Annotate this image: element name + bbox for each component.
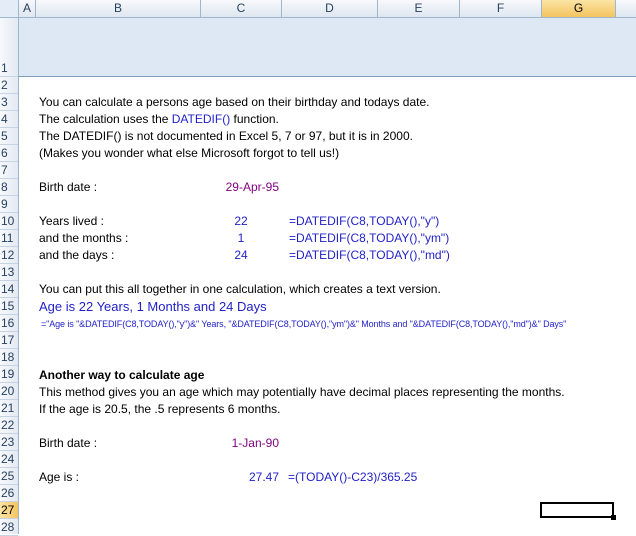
row-header-13[interactable]: 13 xyxy=(0,264,18,281)
row-header-16[interactable]: 16 xyxy=(0,315,18,332)
column-header-e[interactable]: E xyxy=(378,0,460,17)
cell-c8-birth-value[interactable]: 29-Apr-95 xyxy=(201,179,279,196)
cell-c12-days-value[interactable]: 24 xyxy=(201,247,281,264)
column-header-g[interactable]: G xyxy=(542,0,616,17)
cell-b4[interactable]: The calculation uses the DATEDIF() funct… xyxy=(39,111,279,128)
cell-b8-birth-label[interactable]: Birth date : xyxy=(39,179,97,196)
column-header-a[interactable]: A xyxy=(19,0,36,17)
row-header-10[interactable]: 10 xyxy=(0,213,18,230)
cell-c25-age-value[interactable]: 27.47 xyxy=(201,469,279,486)
row-header-15[interactable]: 15 xyxy=(0,298,18,315)
cell-b25-age-label[interactable]: Age is : xyxy=(39,469,79,486)
active-cell-selection[interactable] xyxy=(540,502,614,518)
column-header-f[interactable]: F xyxy=(460,0,542,17)
cell-b4-pre: The calculation uses the xyxy=(39,112,172,126)
row-header-28[interactable]: 28 xyxy=(0,519,18,536)
row-header-14[interactable]: 14 xyxy=(0,281,18,298)
column-header-overflow xyxy=(616,0,636,17)
cell-b23-birth-label[interactable]: Birth date : xyxy=(39,435,97,452)
cell-b3[interactable]: You can calculate a persons age based on… xyxy=(39,94,430,111)
cell-d11-months-formula[interactable]: =DATEDIF(C8,TODAY(),"ym") xyxy=(289,230,449,247)
cell-c23-birth-value[interactable]: 1-Jan-90 xyxy=(201,435,279,452)
column-header-b[interactable]: B xyxy=(36,0,201,17)
cell-b10-years-label[interactable]: Years lived : xyxy=(39,213,104,230)
cell-b12-days-label[interactable]: and the days : xyxy=(39,247,114,264)
row-header-9[interactable]: 9 xyxy=(0,196,18,213)
cell-b19-heading[interactable]: Another way to calculate age xyxy=(39,367,204,384)
cell-b11-months-label[interactable]: and the months : xyxy=(39,230,128,247)
row-header-23[interactable]: 23 xyxy=(0,434,18,451)
cell-b21-desc[interactable]: If the age is 20.5, the .5 represents 6 … xyxy=(39,401,280,418)
row-header-24[interactable]: 24 xyxy=(0,451,18,468)
row-header-21[interactable]: 21 xyxy=(0,400,18,417)
row-header-12[interactable]: 12 xyxy=(0,247,18,264)
cell-b15-result[interactable]: Age is 22 Years, 1 Months and 24 Days xyxy=(39,298,267,315)
row-header-2[interactable]: 2 xyxy=(0,77,18,94)
row-header-20[interactable]: 20 xyxy=(0,383,18,400)
row-header-7[interactable]: 7 xyxy=(0,162,18,179)
column-header-c[interactable]: C xyxy=(201,0,282,17)
cell-b4-post: function. xyxy=(230,112,279,126)
row-header-5[interactable]: 5 xyxy=(0,128,18,145)
row-header-8[interactable]: 8 xyxy=(0,179,18,196)
row-header-1[interactable]: 1 xyxy=(0,18,18,77)
column-header-bar: A B C D E F G xyxy=(0,0,636,18)
cell-c10-years-value[interactable]: 22 xyxy=(201,213,281,230)
cell-d12-days-formula[interactable]: =DATEDIF(C8,TODAY(),"md") xyxy=(289,247,450,264)
row-header-18[interactable]: 18 xyxy=(0,349,18,366)
row-header-11[interactable]: 11 xyxy=(0,230,18,247)
row-header-17[interactable]: 17 xyxy=(0,332,18,349)
cell-b14[interactable]: You can put this all together in one cal… xyxy=(39,281,441,298)
row-header-bar: 1 2 3 4 5 6 7 8 9 10 11 12 13 14 15 16 1… xyxy=(0,18,19,536)
row-header-26[interactable]: 26 xyxy=(0,485,18,502)
cell-b16-combined-formula[interactable]: ="Age is "&DATEDIF(C8,TODAY(),"y")&" Yea… xyxy=(41,316,566,333)
header-band-row1[interactable] xyxy=(19,18,636,77)
select-all-corner[interactable] xyxy=(0,0,19,17)
cell-c11-months-value[interactable]: 1 xyxy=(201,230,281,247)
cell-d25-age-formula[interactable]: =(TODAY()-C23)/365.25 xyxy=(288,469,417,486)
row-header-22[interactable]: 22 xyxy=(0,417,18,434)
row-header-6[interactable]: 6 xyxy=(0,145,18,162)
cell-b20-desc[interactable]: This method gives you an age which may p… xyxy=(39,384,565,401)
row-header-3[interactable]: 3 xyxy=(0,94,18,111)
row-header-4[interactable]: 4 xyxy=(0,111,18,128)
row-header-25[interactable]: 25 xyxy=(0,468,18,485)
cell-d10-years-formula[interactable]: =DATEDIF(C8,TODAY(),"y") xyxy=(289,213,439,230)
column-header-d[interactable]: D xyxy=(282,0,378,17)
row-header-27[interactable]: 27 xyxy=(0,502,18,519)
datedif-function-text: DATEDIF() xyxy=(171,112,231,126)
cell-b5[interactable]: The DATEDIF() is not documented in Excel… xyxy=(39,128,413,145)
row-header-19[interactable]: 19 xyxy=(0,366,18,383)
fill-handle[interactable] xyxy=(611,515,616,520)
cell-b6[interactable]: (Makes you wonder what else Microsoft fo… xyxy=(39,145,339,162)
